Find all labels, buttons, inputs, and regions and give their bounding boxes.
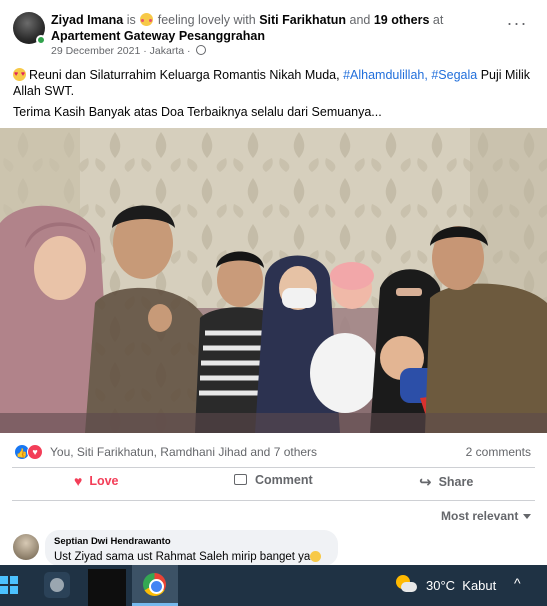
author-name[interactable]: Ziyad Imana xyxy=(51,13,123,27)
post-headline: Ziyad Imana is feeling lovely with Siti … xyxy=(51,12,491,44)
chrome-taskbar-button[interactable] xyxy=(132,565,178,606)
post-photo[interactable] xyxy=(0,128,547,433)
love-reaction-icon: ♥ xyxy=(27,444,43,460)
share-icon: ↪ xyxy=(419,474,432,491)
feeling-lovely-icon xyxy=(140,13,154,26)
post-date[interactable]: 29 December 2021 xyxy=(51,45,140,57)
post-text-line2: Terima Kasih Banyak atas Doa Terbaiknya … xyxy=(13,105,382,119)
share-label: Share xyxy=(438,475,474,489)
divider-bottom xyxy=(12,500,535,501)
at-word: at xyxy=(432,13,444,27)
love-label: Love xyxy=(89,474,119,488)
weather-widget[interactable]: 30°C Kabut xyxy=(426,578,496,593)
sort-label: Most relevant xyxy=(441,509,519,523)
comment-body: Ust Ziyad sama ust Rahmat Saleh mirip ba… xyxy=(54,551,311,563)
place-link[interactable]: Apartement Gateway Pesanggrahan xyxy=(51,29,265,43)
online-status-dot xyxy=(36,35,46,45)
comment-label: Comment xyxy=(255,473,313,487)
comments-count[interactable]: 2 comments xyxy=(466,445,531,459)
weather-desc: Kabut xyxy=(462,578,497,593)
weather-temp: 30°C xyxy=(426,578,456,593)
post-meta: 29 December 2021 · Jakarta · xyxy=(51,45,207,57)
comment-sort-dropdown[interactable]: Most relevant xyxy=(441,509,532,523)
reactions-names[interactable]: You, Siti Farikhatun, Ramdhani Jihad and… xyxy=(50,445,317,459)
smile-emoji-icon xyxy=(310,551,322,562)
feed-post: Ziyad Imana is feeling lovely with Siti … xyxy=(0,0,547,566)
and-word: and xyxy=(349,13,371,27)
is-word: is xyxy=(126,13,136,27)
post-header: Ziyad Imana is feeling lovely with Siti … xyxy=(0,0,547,62)
group-photo-illustration xyxy=(0,128,547,433)
comment-button[interactable]: Comment xyxy=(234,473,313,497)
windows-start-icon[interactable] xyxy=(0,576,18,594)
divider-top xyxy=(12,467,535,468)
meta-separator: · xyxy=(143,45,147,57)
post-location: Jakarta xyxy=(149,45,185,57)
share-button[interactable]: ↪ Share xyxy=(419,473,473,497)
globe-icon xyxy=(196,45,207,55)
taskbar-app-icon[interactable] xyxy=(88,569,126,606)
more-icon[interactable]: ··· xyxy=(505,14,529,34)
post-text-pre: Reuni dan Silaturrahim Keluarga Romantis… xyxy=(29,68,340,82)
hashtag-segala[interactable]: #Segala xyxy=(431,68,477,82)
tagged-others[interactable]: 19 others xyxy=(374,13,430,27)
app-mouse-icon[interactable] xyxy=(44,572,70,598)
comment-bubble: Septian Dwi Hendrawanto Ust Ziyad sama u… xyxy=(45,530,338,566)
feeling-text: feeling lovely with xyxy=(157,13,256,27)
chevron-up-icon[interactable]: ^ xyxy=(514,575,521,591)
commenter-name[interactable]: Septian Dwi Hendrawanto xyxy=(54,536,171,547)
heart-icon: ♥ xyxy=(74,473,83,489)
weather-icon[interactable] xyxy=(396,575,418,595)
love-button[interactable]: ♥ Love xyxy=(74,473,119,497)
chrome-icon xyxy=(143,573,166,596)
post-text-line1: Reuni dan Silaturrahim Keluarga Romantis… xyxy=(13,67,533,99)
commenter-avatar[interactable] xyxy=(13,534,39,560)
heart-eyes-emoji-icon xyxy=(13,67,26,83)
hashtag-alhamdulillah[interactable]: #Alhamdulillah, xyxy=(343,68,428,82)
tagged-person[interactable]: Siti Farikhatun xyxy=(259,13,346,27)
meta-separator-2: · xyxy=(187,45,191,57)
windows-taskbar: 30°C Kabut ^ xyxy=(0,565,547,606)
comment-icon xyxy=(234,474,247,485)
comment-text: Ust Ziyad sama ust Rahmat Saleh mirip ba… xyxy=(54,551,322,563)
chevron-down-icon xyxy=(523,514,532,519)
